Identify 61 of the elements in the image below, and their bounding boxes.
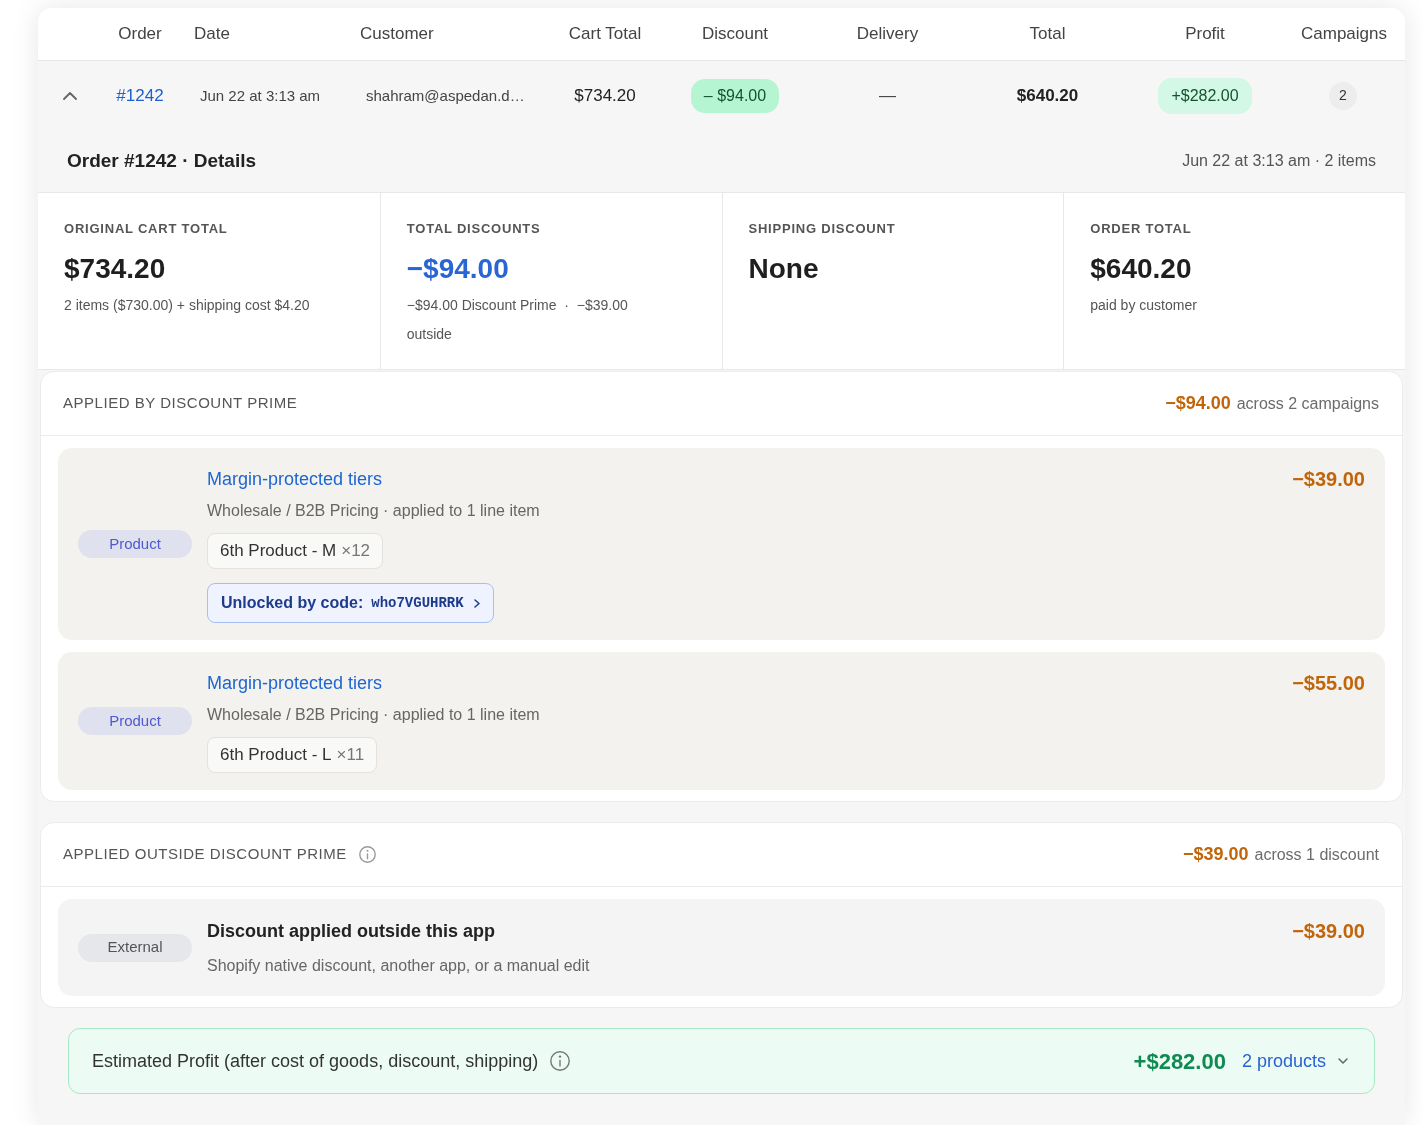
column-header: Discount [701,24,769,44]
stat-label: ORIGINAL CART TOTAL [64,221,228,237]
order-date: Jun 22 at 3:13 am [200,86,321,104]
chevron-right-icon [473,598,480,608]
discount-amount: −$55.00 [1292,672,1365,694]
column-header: Total [1029,24,1066,44]
section-amount: −$94.00 [1165,392,1231,415]
profit-badge: +$282.00 [1158,77,1252,114]
delivery-value: — [879,84,896,107]
column-header: Cart Total [568,24,642,44]
profit-value: +$282.00 [1133,1047,1226,1076]
stat-note: 2 items ($730.00) + shipping cost $4.20 [64,296,310,315]
section-title: APPLIED OUTSIDE DISCOUNT PRIME [63,844,347,865]
products-toggle[interactable]: 2 products [1241,1047,1348,1075]
type-badge: External [78,933,192,962]
chevron-up-icon [63,91,77,100]
profit-label: Estimated Profit (after cost of goods, discount, shipping) [92,1049,539,1073]
stat-note: −$94.00 Discount Prime · −$39.00 outside [406,296,629,344]
cart-total: $734.20 [574,84,636,107]
stat-label: SHIPPING DISCOUNT [748,221,896,237]
type-badge: Product [78,707,192,735]
discount-amount: −$39.00 [1292,920,1365,942]
campaign-link[interactable]: Margin-protected tiers [207,467,383,491]
column-header: Customer [360,24,434,44]
details-meta: Jun 22 at 3:13 am · 2 items [1182,151,1376,171]
line-item-quantity: ×11 [336,744,365,767]
info-icon[interactable] [550,1051,571,1071]
column-header: Delivery [856,24,919,44]
section-amount-note: across 2 campaigns [1236,394,1379,414]
discount-subtitle: Wholesale / B2B Pricing · applied to 1 line item [207,705,540,725]
campaign-link[interactable]: Margin-protected tiers [207,671,383,695]
section-title: APPLIED BY DISCOUNT PRIME [63,393,298,414]
column-header: Order [118,24,162,44]
stat-label: ORDER TOTAL [1090,221,1192,237]
details-title: Order #1242 · Details [67,148,257,173]
discount-subtitle: Wholesale / B2B Pricing · applied to 1 line item [207,501,540,521]
discount-amount: −$39.00 [1292,468,1365,490]
discount-title: Discount applied outside this app [207,920,496,943]
type-badge: Product [78,530,192,558]
stat-note: paid by customer [1090,296,1197,315]
section-amount: −$39.00 [1182,843,1249,866]
campaign-count-badge: 2 [1329,81,1357,110]
column-header: Date [194,24,230,44]
stat-label: TOTAL DISCOUNTS [406,221,541,237]
line-item-quantity: ×12 [341,540,371,563]
order-link[interactable]: #1242 [116,82,164,109]
section-amount-note: across 1 discount [1254,845,1379,865]
info-icon[interactable] [358,846,376,863]
column-header: Campaigns [1301,24,1387,44]
stat-value: $734.20 [64,252,166,286]
stat-value: $640.20 [1090,252,1192,286]
discount-code-button[interactable]: Unlocked by code: who7VGUHRRK [207,583,494,623]
customer-email: shahram@aspedan.d… [366,86,525,104]
stat-value: −$94.00 [406,252,509,286]
stat-value: None [748,252,819,286]
line-item-name: 6th Product - L [220,744,332,767]
discount-badge: – $94.00 [690,78,780,113]
column-header: Profit [1185,24,1225,44]
discount-subtitle: Shopify native discount, another app, or a manual edit [207,956,590,976]
order-total: $640.20 [1016,84,1079,107]
line-item-name: 6th Product - M [220,540,337,563]
